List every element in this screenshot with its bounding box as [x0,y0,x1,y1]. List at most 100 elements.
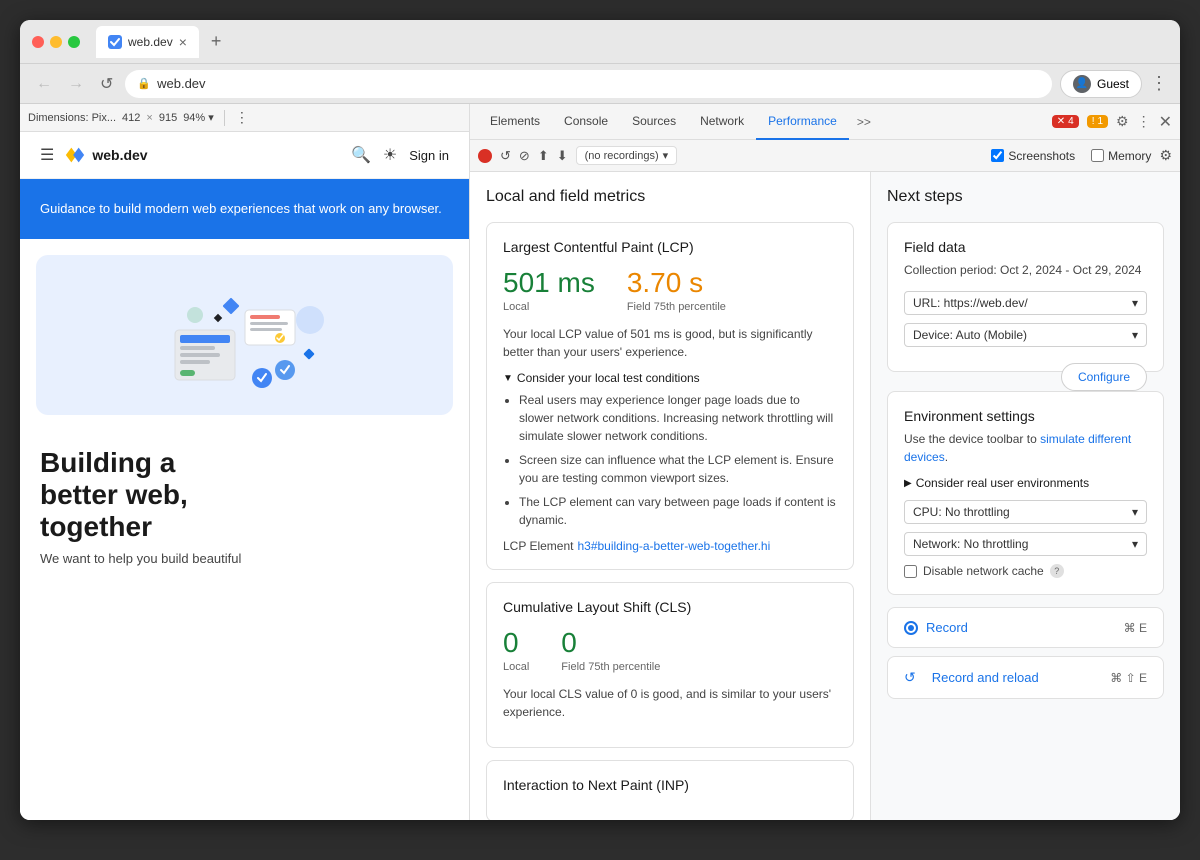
disable-cache-label: Disable network cache [923,564,1044,578]
memory-checkbox-label[interactable]: Memory [1091,149,1151,163]
site-content: ☰ web.dev 🔍 ☀ Sign in [20,132,469,820]
lcp-element-link[interactable]: h3#building-a-better-web-together.hi [577,539,770,553]
zoom-selector[interactable]: 94% ▾ [183,111,214,124]
download-icon[interactable]: ⬇ [557,148,568,164]
devtools-close-button[interactable]: ✕ [1159,112,1172,132]
sign-in-button[interactable]: Sign in [409,148,449,163]
error-badge: ✕ 4 [1052,115,1079,128]
dimension-cross: × [146,112,152,124]
environment-settings-title: Environment settings [904,408,1147,424]
new-tab-button[interactable]: + [203,31,230,52]
cls-field-label: Field 75th percentile [561,661,660,673]
cls-field-value: 0 [561,627,660,659]
hamburger-icon[interactable]: ☰ [40,145,54,165]
consider-item: The LCP element can vary between page lo… [519,493,837,529]
configure-button[interactable]: Configure [1061,363,1147,391]
record-circle-button[interactable] [478,149,492,163]
url-bar[interactable]: 🔒 web.dev [125,70,1052,98]
refresh-button[interactable]: ↺ [96,70,117,98]
lcp-field-value: 3.70 s [627,267,726,299]
device-width: 412 [122,112,140,124]
back-button[interactable]: ← [32,71,56,97]
devtools-body: Local and field metrics Largest Contentf… [470,172,1180,820]
browser-tab[interactable]: web.dev × [96,26,199,58]
screenshots-checkbox[interactable] [991,149,1004,162]
tab-elements[interactable]: Elements [478,104,552,140]
field-data-collection-period: Collection period: Oct 2, 2024 - Oct 29,… [904,261,1147,279]
record-action-left: Record [904,620,968,635]
lcp-card: Largest Contentful Paint (LCP) 501 ms Lo… [486,222,854,570]
more-options-button[interactable]: ⋮ [235,109,249,126]
site-logo[interactable]: web.dev [64,144,147,166]
site-illustration [36,255,453,415]
lcp-description: Your local LCP value of 501 ms is good, … [503,325,837,361]
tab-console[interactable]: Console [552,104,620,140]
metrics-panel: Local and field metrics Largest Contentf… [470,172,870,820]
record-reload-shortcut: ⌘ ⇧ E [1110,671,1147,685]
tab-sources[interactable]: Sources [620,104,688,140]
profile-label: Guest [1097,77,1129,91]
site-hero-text: Guidance to build modern web experiences… [40,199,449,219]
record-dot-icon [904,621,918,635]
tab-network[interactable]: Network [688,104,756,140]
main-content: Dimensions: Pix... 412 × 915 94% ▾ ⋮ ☰ [20,104,1180,820]
tab-more[interactable]: >> [849,115,879,129]
lcp-local-block: 501 ms Local [503,267,595,313]
site-name: web.dev [92,147,147,163]
recording-settings-icon[interactable]: ⚙ [1159,147,1172,164]
upload-icon[interactable]: ⬆ [538,148,549,164]
devtools-tab-icons: ✕ 4 ! 1 ⚙ ⋮ ✕ [1052,112,1172,132]
consider-title[interactable]: Consider your local test conditions [503,371,837,385]
device-toolbar: Dimensions: Pix... 412 × 915 94% ▾ ⋮ [20,104,469,132]
next-steps-title: Next steps [887,188,1164,206]
url-select[interactable]: URL: https://web.dev/ ▾ [904,291,1147,315]
consider-real-environments[interactable]: Consider real user environments [904,476,1147,490]
site-subtext: We want to help you build beautiful [20,551,469,582]
field-data-url-row: URL: https://web.dev/ ▾ [904,291,1147,315]
site-search-icon[interactable]: 🔍 [351,145,371,165]
maximize-traffic-light[interactable] [68,36,80,48]
screenshots-checkbox-label[interactable]: Screenshots [991,149,1075,163]
theme-toggle-icon[interactable]: ☀ [383,145,397,165]
browser-menu-button[interactable]: ⋮ [1150,73,1168,94]
site-nav-right: 🔍 ☀ Sign in [351,145,449,165]
devtools-settings-button[interactable]: ⚙ [1116,113,1129,130]
address-bar: ← → ↺ 🔒 web.dev 👤 Guest ⋮ [20,64,1180,104]
tab-performance[interactable]: Performance [756,104,849,140]
site-hero: Guidance to build modern web experiences… [20,179,469,239]
cls-values: 0 Local 0 Field 75th percentile [503,627,837,673]
dimensions-label: Dimensions: Pix... [28,112,116,124]
tab-close-button[interactable]: × [179,34,187,50]
field-data-title: Field data [904,239,1147,255]
warn-badge: ! 1 [1087,115,1108,128]
browser-window: web.dev × + ← → ↺ 🔒 web.dev 👤 Guest ⋮ Di… [20,20,1180,820]
record-button[interactable]: Record ⌘ E [887,607,1164,648]
devtools-more-button[interactable]: ⋮ [1137,113,1151,130]
lcp-local-value: 501 ms [503,267,595,299]
close-traffic-light[interactable] [32,36,44,48]
record-reload-button[interactable]: ↺ Record and reload ⌘ ⇧ E [887,656,1164,699]
inp-card: Interaction to Next Paint (INP) [486,760,854,820]
disable-cache-checkbox[interactable] [904,565,917,578]
website-preview: Dimensions: Pix... 412 × 915 94% ▾ ⋮ ☰ [20,104,470,820]
network-throttling-select[interactable]: Network: No throttling ▾ [904,532,1147,556]
stop-icon[interactable]: ⊘ [519,148,530,164]
profile-button[interactable]: 👤 Guest [1060,70,1142,98]
help-icon[interactable]: ? [1050,564,1064,578]
cls-field-block: 0 Field 75th percentile [561,627,660,673]
consider-item: Real users may experience longer page lo… [519,391,837,445]
device-select[interactable]: Device: Auto (Mobile) ▾ [904,323,1147,347]
minimize-traffic-light[interactable] [50,36,62,48]
cls-local-label: Local [503,661,529,673]
recording-bar: ↺ ⊘ ⬆ ⬇ (no recordings) ▾ Screenshots Me… [470,140,1180,172]
toolbar-divider [224,110,225,126]
profile-avatar-icon: 👤 [1073,75,1091,93]
reload-icon[interactable]: ↺ [500,148,511,164]
traffic-lights [32,36,80,48]
record-shortcut: ⌘ E [1124,621,1147,635]
memory-checkbox[interactable] [1091,149,1104,162]
cpu-throttling-select[interactable]: CPU: No throttling ▾ [904,500,1147,524]
environment-settings-desc: Use the device toolbar to simulate diffe… [904,430,1147,466]
forward-button[interactable]: → [64,71,88,97]
recordings-dropdown[interactable]: (no recordings) ▾ [576,146,678,165]
